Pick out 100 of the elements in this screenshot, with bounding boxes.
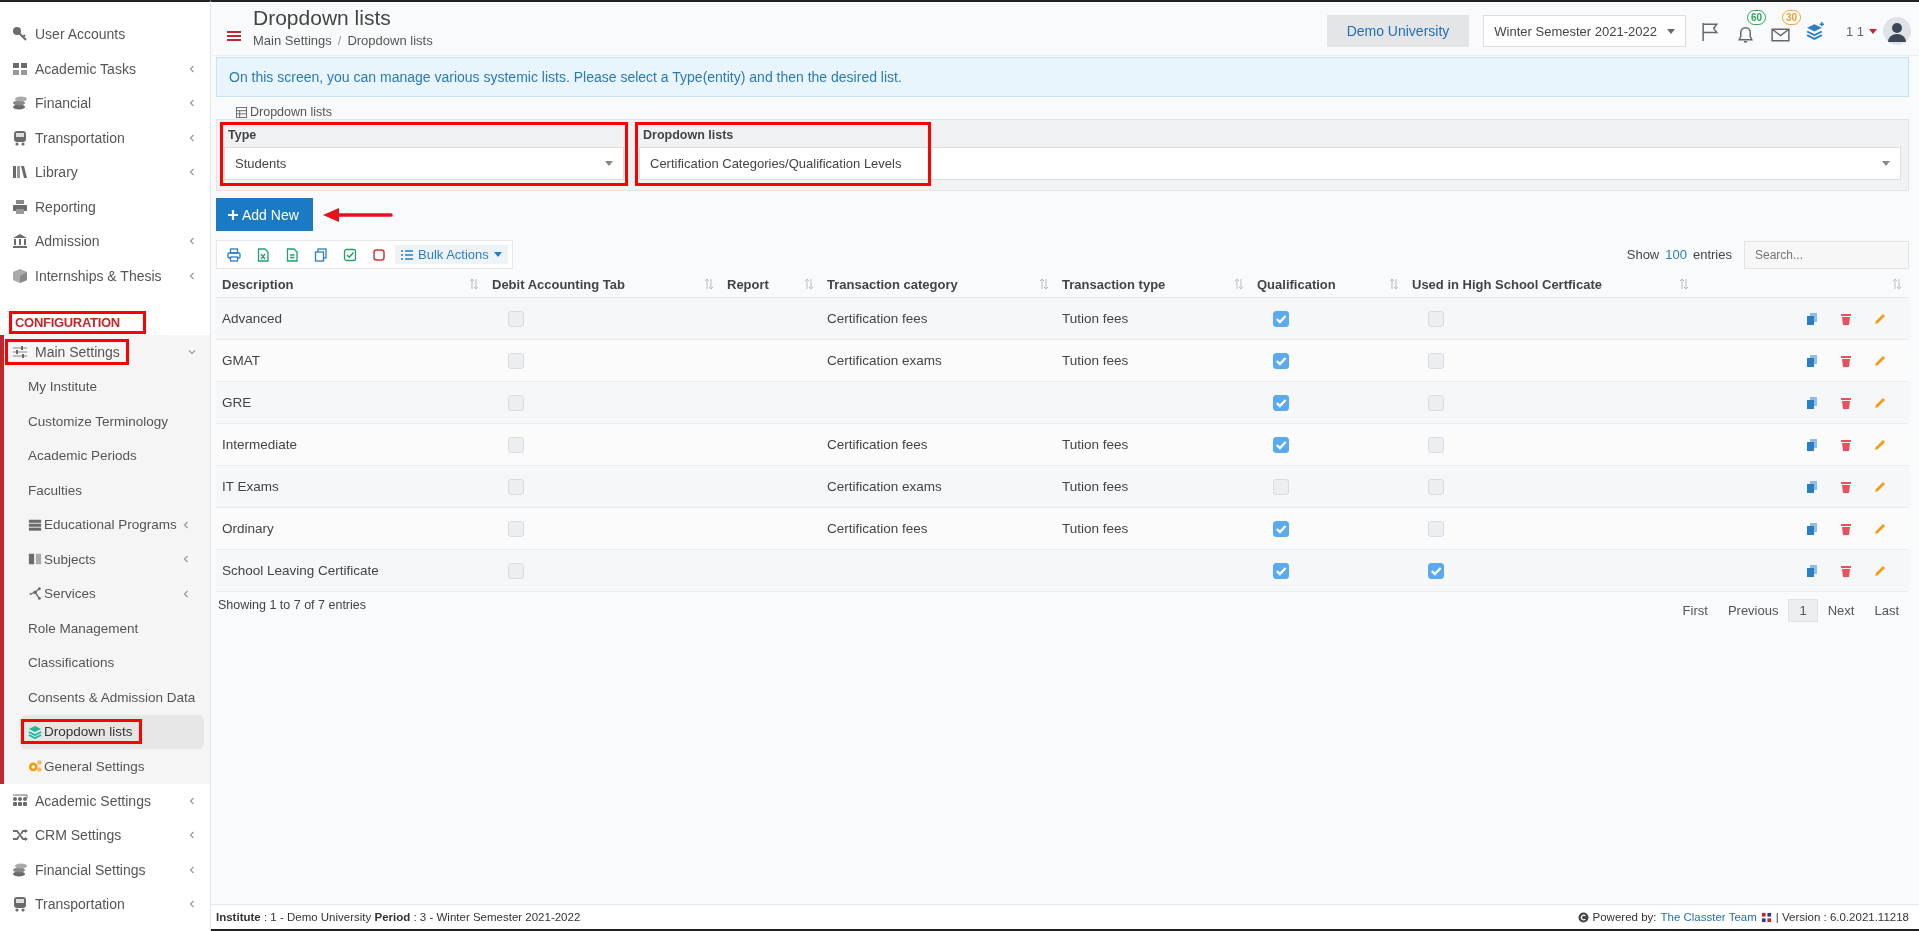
- sidebar-item[interactable]: Subjects: [25, 549, 99, 569]
- column-header[interactable]: Description: [222, 276, 294, 292]
- sidebar-item[interactable]: General Settings: [25, 756, 148, 776]
- pagination-button[interactable]: First: [1672, 599, 1718, 622]
- search-field[interactable]: Search...: [1744, 240, 1909, 269]
- checkbox[interactable]: [508, 478, 524, 495]
- trash-icon[interactable]: [1839, 437, 1853, 452]
- checkbox[interactable]: [1273, 478, 1289, 495]
- breadcrumb-link[interactable]: Dropdown lists: [347, 33, 433, 48]
- user-menu[interactable]: 1 1: [1845, 23, 1877, 39]
- sort-icon[interactable]: [1235, 279, 1243, 289]
- sidebar-item[interactable]: Transportation: [9, 127, 128, 148]
- breadcrumb-link[interactable]: Main Settings: [253, 33, 332, 48]
- sidebar-item[interactable]: Financial: [9, 93, 95, 114]
- print-icon[interactable]: [227, 247, 241, 262]
- checkbox[interactable]: [1273, 562, 1289, 579]
- sort-icon[interactable]: [1680, 279, 1688, 289]
- checkbox[interactable]: [508, 352, 524, 369]
- copy-icon[interactable]: [1805, 395, 1819, 410]
- sidebar-item[interactable]: User Accounts: [9, 24, 129, 45]
- copy-icon[interactable]: [1805, 479, 1819, 494]
- checkbox[interactable]: [508, 310, 524, 327]
- sidebar-item[interactable]: Academic Settings: [9, 790, 154, 811]
- sort-icon[interactable]: [470, 279, 478, 289]
- sidebar-item[interactable]: Academic Periods: [25, 446, 140, 466]
- sidebar-item[interactable]: Role Management: [25, 618, 142, 638]
- pagination-button[interactable]: Next: [1817, 599, 1865, 622]
- spreadsheet-icon[interactable]: [256, 247, 270, 262]
- sort-icon[interactable]: [1390, 279, 1398, 289]
- pencil-icon[interactable]: [1873, 521, 1887, 536]
- avatar[interactable]: [1883, 17, 1911, 45]
- sidebar-item[interactable]: Consents & Admission Data: [25, 687, 199, 707]
- copy-icon[interactable]: [1805, 353, 1819, 368]
- checkbox[interactable]: [1273, 394, 1289, 411]
- pagination-button[interactable]: 1: [1788, 599, 1818, 622]
- checkbox[interactable]: [1428, 478, 1444, 495]
- checkbox[interactable]: [1428, 352, 1444, 369]
- sidebar-item[interactable]: Services: [25, 584, 99, 604]
- flag-icon[interactable]: [1699, 20, 1721, 42]
- checkbox-icon[interactable]: [343, 247, 357, 262]
- sidebar-item[interactable]: Academic Tasks: [9, 58, 139, 79]
- sort-icon[interactable]: [1040, 279, 1048, 289]
- column-header[interactable]: Report: [727, 276, 769, 292]
- copy-icon[interactable]: [1805, 311, 1819, 326]
- column-header[interactable]: Transaction type: [1062, 276, 1166, 292]
- copy-icon[interactable]: [1805, 521, 1819, 536]
- checkbox[interactable]: [1273, 520, 1289, 537]
- checkbox[interactable]: [1273, 436, 1289, 453]
- copy-icon[interactable]: [1805, 563, 1819, 578]
- institute-button[interactable]: Demo University: [1326, 15, 1470, 47]
- checkbox[interactable]: [508, 436, 524, 453]
- sidebar-item[interactable]: Main Settings: [9, 342, 123, 363]
- checkbox[interactable]: [508, 520, 524, 537]
- sort-icon[interactable]: [805, 279, 813, 289]
- sidebar-item[interactable]: Reporting: [9, 196, 99, 217]
- column-header[interactable]: Used in High School Certficate: [1412, 276, 1602, 292]
- list-select[interactable]: Certification Categories/Qualification Levels: [639, 147, 1901, 180]
- sidebar-item[interactable]: Admission: [9, 231, 103, 252]
- layers-icon[interactable]: [1804, 20, 1826, 42]
- copy-icon[interactable]: [1805, 437, 1819, 452]
- pencil-icon[interactable]: [1873, 353, 1887, 368]
- trash-icon[interactable]: [1839, 353, 1853, 368]
- type-select[interactable]: Students: [224, 147, 624, 180]
- column-header[interactable]: Debit Accounting Tab: [492, 276, 625, 292]
- checkbox[interactable]: [1428, 394, 1444, 411]
- sidebar-item[interactable]: CRM Settings: [9, 825, 125, 846]
- add-new-button[interactable]: Add New: [216, 198, 313, 231]
- trash-icon[interactable]: [1839, 479, 1853, 494]
- bulk-actions-button[interactable]: Bulk Actions: [395, 245, 508, 264]
- sidebar-item[interactable]: Internships & Thesis: [9, 265, 165, 286]
- sidebar-item[interactable]: Classifications: [25, 653, 118, 673]
- period-select[interactable]: Winter Semester 2021-2022: [1483, 15, 1686, 47]
- pagination-button[interactable]: Last: [1864, 599, 1909, 622]
- length-select[interactable]: 100: [1665, 247, 1687, 262]
- column-header[interactable]: Qualification: [1257, 276, 1336, 292]
- column-header[interactable]: Transaction category: [827, 276, 958, 292]
- pagination-button[interactable]: Previous: [1717, 599, 1789, 622]
- footer-link[interactable]: The Classter Team: [1660, 911, 1757, 923]
- sidebar-item[interactable]: My Institute: [25, 377, 101, 397]
- checkbox[interactable]: [1273, 310, 1289, 327]
- file-icon[interactable]: [285, 247, 299, 262]
- copy-icon[interactable]: [314, 247, 328, 262]
- pencil-icon[interactable]: [1873, 311, 1887, 326]
- trash-icon[interactable]: [1839, 311, 1853, 326]
- pencil-icon[interactable]: [1873, 563, 1887, 578]
- stop-icon[interactable]: [372, 247, 386, 262]
- checkbox[interactable]: [1428, 520, 1444, 537]
- sidebar-item[interactable]: Customize Terminology: [25, 411, 172, 431]
- sidebar-item[interactable]: Dropdown lists: [25, 722, 136, 742]
- checkbox[interactable]: [508, 394, 524, 411]
- trash-icon[interactable]: [1839, 521, 1853, 536]
- sidebar-item[interactable]: Faculties: [25, 480, 86, 500]
- pencil-icon[interactable]: [1873, 437, 1887, 452]
- sort-icon[interactable]: [1893, 279, 1901, 289]
- checkbox[interactable]: [508, 562, 524, 579]
- sidebar-item[interactable]: Library: [9, 162, 81, 183]
- pencil-icon[interactable]: [1873, 479, 1887, 494]
- checkbox[interactable]: [1428, 562, 1444, 579]
- sidebar-item[interactable]: Educational Programs: [25, 515, 180, 535]
- trash-icon[interactable]: [1839, 563, 1853, 578]
